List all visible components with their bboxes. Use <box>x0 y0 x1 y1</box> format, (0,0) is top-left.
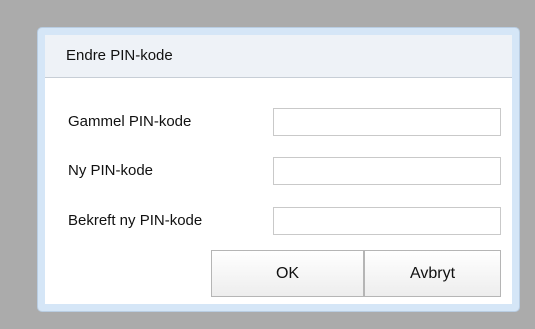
confirm-pin-label: Bekreft ny PIN-kode <box>68 212 203 229</box>
old-pin-label: Gammel PIN-kode <box>68 113 192 130</box>
new-pin-input[interactable] <box>273 157 501 185</box>
cancel-button[interactable]: Avbryt <box>364 250 501 297</box>
old-pin-input[interactable] <box>273 108 501 136</box>
dialog-title: Endre PIN-kode <box>66 47 173 64</box>
new-pin-label: Ny PIN-kode <box>68 162 154 179</box>
ok-button[interactable]: OK <box>211 250 364 297</box>
confirm-pin-input[interactable] <box>273 207 501 235</box>
change-pin-dialog: Endre PIN-kode Gammel PIN-kode Ny PIN-ko… <box>38 28 519 311</box>
dialog-titlebar[interactable]: Endre PIN-kode <box>45 35 512 78</box>
